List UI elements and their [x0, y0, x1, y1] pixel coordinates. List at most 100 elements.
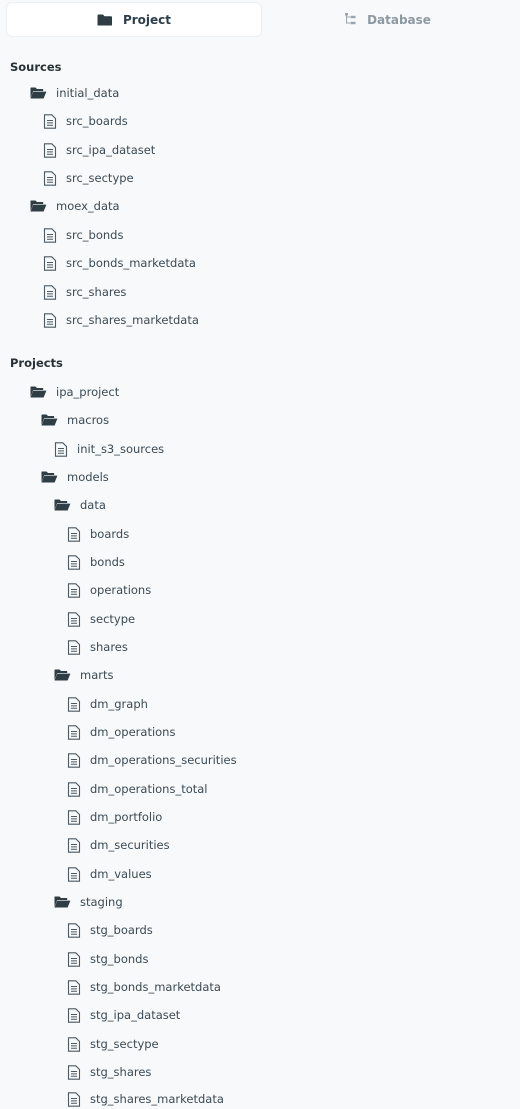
file-item[interactable]: stg_sectype — [67, 1034, 159, 1054]
file-item[interactable]: dm_operations_securities — [67, 750, 237, 770]
file-icon — [43, 255, 57, 271]
file-label: src_sectype — [66, 171, 134, 185]
view-tabs: Project Database — [7, 3, 515, 36]
folder-initial-data[interactable]: initial_data — [30, 83, 119, 103]
file-icon — [67, 526, 81, 542]
file-item[interactable]: bonds — [67, 552, 125, 572]
file-icon — [67, 752, 81, 768]
file-item[interactable]: sectype — [67, 609, 135, 629]
folder-models[interactable]: models — [41, 467, 109, 487]
file-item[interactable]: src_boards — [43, 111, 128, 131]
file-item[interactable]: src_shares_marketdata — [43, 310, 199, 330]
file-item[interactable]: dm_portfolio — [67, 807, 162, 827]
file-label: src_bonds — [66, 228, 124, 242]
folder-data[interactable]: data — [54, 495, 106, 515]
folder-label: initial_data — [56, 86, 120, 100]
file-label: stg_ipa_dataset — [90, 1008, 181, 1022]
folder-open-icon — [30, 386, 47, 398]
file-label: stg_bonds — [90, 952, 149, 966]
folder-open-icon — [41, 414, 58, 426]
folder-label: macros — [67, 413, 110, 427]
file-icon — [43, 284, 57, 300]
file-item[interactable]: operations — [67, 580, 151, 600]
folder-open-icon — [41, 471, 58, 483]
folder-label: data — [80, 498, 106, 512]
file-icon — [67, 809, 81, 825]
file-icon — [67, 979, 81, 995]
file-item[interactable]: dm_operations_total — [67, 779, 208, 799]
file-item[interactable]: src_sectype — [43, 168, 134, 188]
tab-database[interactable]: Database — [261, 3, 515, 36]
file-icon — [67, 1036, 81, 1052]
file-icon — [67, 951, 81, 967]
file-label: dm_operations — [90, 725, 176, 739]
file-item[interactable]: stg_ipa_dataset — [67, 1005, 180, 1025]
folder-ipa-project[interactable]: ipa_project — [30, 382, 119, 402]
file-icon — [67, 724, 81, 740]
file-icon — [54, 441, 68, 457]
file-label: src_boards — [66, 114, 128, 128]
folder-label: moex_data — [56, 199, 120, 213]
file-item[interactable]: dm_graph — [67, 694, 148, 714]
file-item[interactable]: stg_bonds_marketdata — [67, 977, 221, 997]
file-item[interactable]: src_shares — [43, 282, 126, 302]
file-label: shares — [90, 640, 128, 654]
file-icon — [67, 611, 81, 627]
file-icon — [67, 582, 81, 598]
file-icon — [67, 1064, 81, 1080]
file-item[interactable]: init_s3_sources — [54, 439, 164, 459]
file-label: boards — [90, 527, 130, 541]
file-label: dm_portfolio — [90, 810, 163, 824]
file-icon — [67, 696, 81, 712]
file-item[interactable]: src_ipa_dataset — [43, 140, 155, 160]
tab-project[interactable]: Project — [7, 3, 261, 36]
file-item[interactable]: stg_boards — [67, 920, 153, 940]
projects-heading: Projects — [10, 356, 63, 370]
file-label: dm_operations_securities — [90, 753, 237, 767]
file-icon — [43, 227, 57, 243]
file-label: stg_boards — [90, 923, 153, 937]
folder-moex-data[interactable]: moex_data — [30, 196, 120, 216]
file-icon — [43, 170, 57, 186]
folder-marts[interactable]: marts — [54, 665, 113, 685]
file-icon — [67, 639, 81, 655]
folder-label: models — [67, 470, 109, 484]
folder-open-icon — [30, 87, 47, 99]
file-label: bonds — [90, 555, 125, 569]
file-item[interactable]: dm_securities — [67, 835, 170, 855]
folder-label: marts — [80, 668, 114, 682]
file-item[interactable]: boards — [67, 524, 129, 544]
folder-label: staging — [80, 895, 123, 909]
file-label: dm_operations_total — [90, 782, 208, 796]
file-label: src_bonds_marketdata — [66, 256, 196, 270]
file-item[interactable]: stg_shares_marketdata — [67, 1089, 224, 1109]
folder-staging[interactable]: staging — [54, 892, 123, 912]
file-label: init_s3_sources — [77, 442, 165, 456]
file-item[interactable]: stg_shares — [67, 1062, 151, 1082]
file-label: stg_shares — [90, 1065, 152, 1079]
tab-database-label: Database — [367, 12, 431, 27]
file-label: dm_values — [90, 867, 152, 881]
file-label: src_shares — [66, 285, 127, 299]
folder-macros[interactable]: macros — [41, 410, 109, 430]
tab-project-label: Project — [122, 12, 172, 27]
folder-label: ipa_project — [56, 385, 120, 399]
file-icon — [67, 1007, 81, 1023]
folder-open-icon — [54, 896, 71, 908]
file-item[interactable]: src_bonds_marketdata — [43, 253, 196, 273]
file-item[interactable]: dm_values — [67, 864, 152, 884]
file-label: stg_bonds_marketdata — [90, 980, 221, 994]
folder-open-icon — [54, 669, 71, 681]
file-icon — [43, 142, 57, 158]
file-icon — [67, 837, 81, 853]
file-icon — [43, 113, 57, 129]
file-item[interactable]: src_bonds — [43, 225, 123, 245]
file-item[interactable]: dm_operations — [67, 722, 175, 742]
file-label: dm_securities — [90, 838, 170, 852]
sources-heading: Sources — [10, 60, 62, 74]
file-item[interactable]: shares — [67, 637, 128, 657]
folder-icon — [97, 14, 113, 26]
file-label: sectype — [90, 612, 136, 626]
file-item[interactable]: stg_bonds — [67, 949, 148, 969]
folder-open-icon — [54, 499, 71, 511]
